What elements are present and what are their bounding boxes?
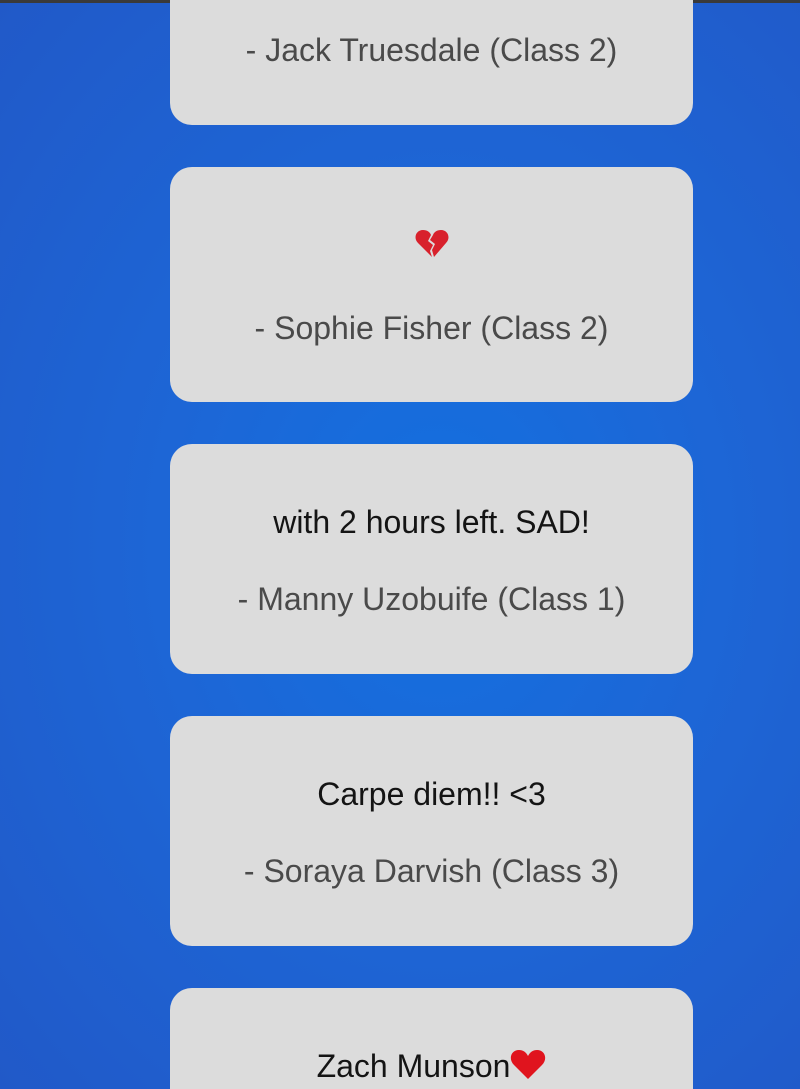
post-message: [170, 225, 693, 268]
post-author: - Sophie Fisher (Class 2): [254, 310, 609, 346]
post-card: - Jack Truesdale (Class 2): [170, 0, 693, 125]
post-message-text: Zach Munson: [316, 1048, 511, 1084]
post-message: Zach Munson: [170, 1046, 693, 1089]
post-message: with 2 hours left. SAD!: [273, 504, 590, 540]
post-message: Carpe diem!! <3: [317, 776, 546, 812]
post-card: with 2 hours left. SAD! - Manny Uzobuife…: [170, 444, 693, 674]
post-author: - Manny Uzobuife (Class 1): [237, 581, 626, 617]
post-author: - Soraya Darvish (Class 3): [243, 853, 620, 889]
broken-heart-icon: [415, 227, 449, 268]
post-author: - Jack Truesdale (Class 2): [245, 32, 618, 68]
red-heart-icon: [510, 1047, 546, 1089]
post-card: Carpe diem!! <3 - Soraya Darvish (Class …: [170, 716, 693, 946]
post-card: - Sophie Fisher (Class 2): [170, 167, 693, 402]
post-card: Zach Munson: [170, 988, 693, 1089]
